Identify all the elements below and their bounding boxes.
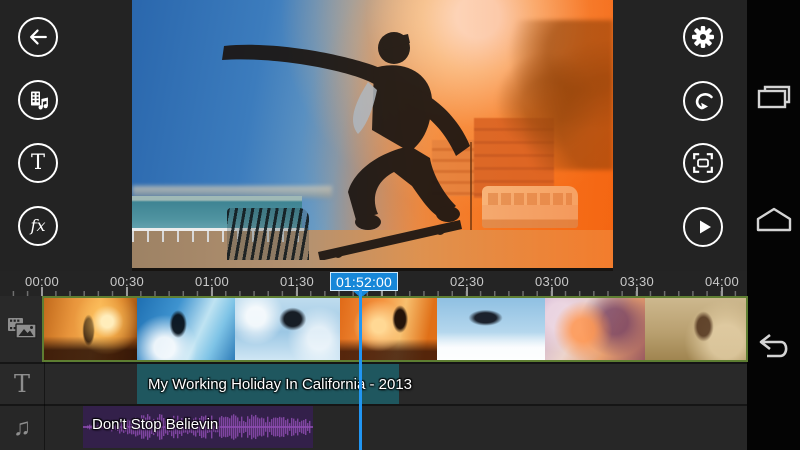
skateboarder-silhouette — [222, 10, 522, 260]
play-icon — [692, 216, 714, 238]
video-thumbnail-surfing-wave — [137, 298, 235, 360]
video-thumbnail-bokeh-blur — [545, 298, 645, 360]
ruler-label: 03:00 — [535, 274, 569, 289]
play-button[interactable] — [683, 207, 723, 247]
video-thumbnail-sunset-fishing — [44, 298, 137, 360]
undo-button[interactable] — [683, 81, 723, 121]
ruler-label: 03:30 — [620, 274, 654, 289]
audio-clip-label: Don't Stop Believin — [92, 416, 218, 433]
video-clip[interactable] — [42, 296, 748, 362]
nav-back-button[interactable] — [747, 326, 800, 370]
app-window: T fx — [0, 0, 800, 450]
music-note-icon: ♫ — [13, 414, 31, 442]
video-thumbnail-bmx-jump — [235, 298, 340, 360]
ruler-label: 02:30 — [450, 274, 484, 289]
home-icon — [754, 205, 794, 236]
settings-button[interactable] — [683, 17, 723, 57]
video-thumbnail-skateboard-sunset — [340, 298, 437, 360]
video-preview[interactable] — [132, 0, 613, 271]
text-tool-icon: T — [31, 152, 45, 173]
ruler-label: 01:00 — [195, 274, 229, 289]
back-return-icon — [755, 332, 793, 365]
ruler-label: 04:00 — [705, 274, 739, 289]
media-library-button[interactable] — [18, 80, 58, 120]
title-clip-label: My Working Holiday In California - 2013 — [148, 376, 412, 393]
fit-screen-button[interactable] — [683, 143, 723, 183]
playhead-line[interactable] — [359, 290, 362, 450]
audio-track-header[interactable]: ♫ — [0, 406, 44, 450]
timeline-ruler[interactable]: 00:00 00:30 01:00 01:30 02:30 03:00 03:30 04:00… — [0, 271, 747, 296]
text-tool-button[interactable]: T — [18, 143, 58, 183]
effects-button[interactable]: fx — [18, 206, 58, 246]
filmstrip-note-icon — [27, 89, 49, 111]
back-button[interactable] — [18, 17, 58, 57]
ruler-label: 00:00 — [25, 274, 59, 289]
audio-clip[interactable]: Don't Stop Believin — [83, 406, 313, 448]
video-thumbnail-girl-bicycle — [645, 298, 746, 360]
fx-icon: fx — [31, 218, 46, 234]
home-button[interactable] — [747, 198, 800, 242]
video-track-header[interactable] — [0, 296, 44, 362]
title-track-header[interactable]: T — [0, 364, 44, 404]
film-photo-icon — [7, 316, 37, 343]
video-thumbnail-skydiving — [437, 298, 545, 360]
playhead-time-badge[interactable]: 01:52:00 — [330, 272, 398, 291]
fit-screen-icon — [691, 151, 715, 175]
recent-apps-button[interactable] — [747, 76, 800, 120]
recent-apps-icon — [755, 82, 793, 115]
ruler-label: 01:30 — [280, 274, 314, 289]
gear-icon — [691, 25, 715, 49]
text-track-icon: T — [14, 370, 30, 398]
timeline-panel: 00:00 00:30 01:00 01:30 02:30 03:00 03:30 04:00… — [0, 271, 747, 450]
arrow-left-icon — [27, 26, 49, 48]
android-navigation-bar — [747, 0, 800, 450]
ruler-label: 00:30 — [110, 274, 144, 289]
undo-arrow-icon — [691, 89, 715, 113]
